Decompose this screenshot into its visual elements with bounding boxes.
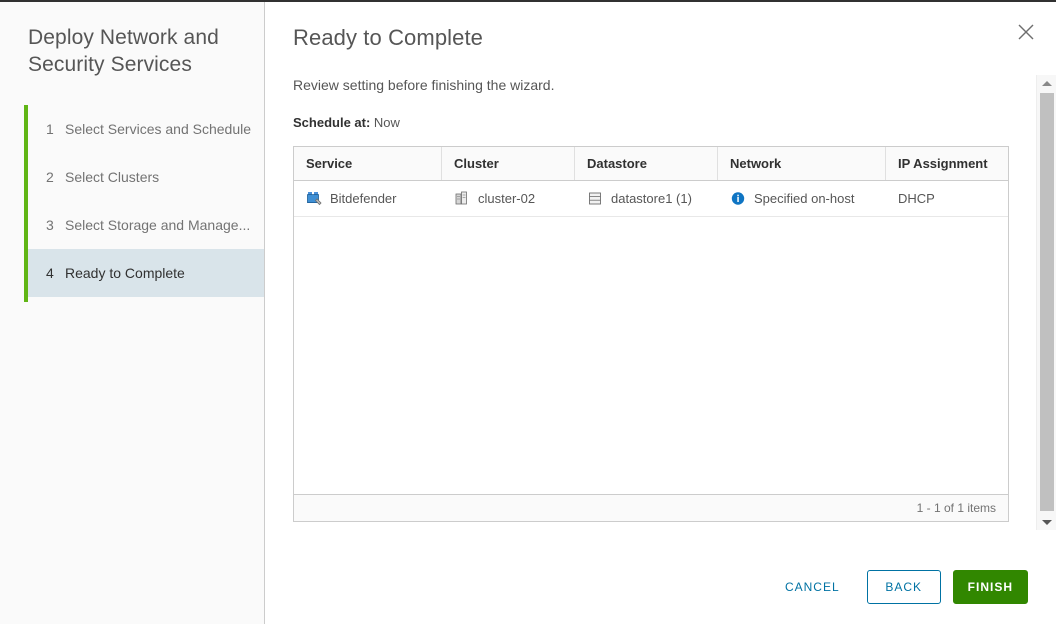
column-header-ip-assignment[interactable]: IP Assignment xyxy=(886,147,1008,180)
step-label: Select Storage and Manage... xyxy=(65,217,250,233)
step-number: 1 xyxy=(46,121,65,137)
wizard-footer: CANCEL BACK FINISH xyxy=(265,550,1056,624)
cell-service-text: Bitdefender xyxy=(330,191,397,206)
wizard-title: Deploy Network and Security Services xyxy=(0,2,264,78)
cell-network-text: Specified on-host xyxy=(754,191,854,206)
column-header-datastore[interactable]: Datastore xyxy=(575,147,718,180)
schedule-summary: Schedule at: Now xyxy=(293,115,1036,130)
chevron-up-icon[interactable] xyxy=(1037,75,1056,91)
step-number: 4 xyxy=(46,265,65,281)
schedule-value: Now xyxy=(374,115,400,130)
item-count-label: 1 - 1 of 1 items xyxy=(917,501,996,515)
column-header-network[interactable]: Network xyxy=(718,147,886,180)
service-plugin-icon xyxy=(306,190,323,207)
finish-button[interactable]: FINISH xyxy=(953,570,1028,604)
sidebar-step-4[interactable]: 4 Ready to Complete xyxy=(24,249,264,297)
sidebar-step-1[interactable]: 1 Select Services and Schedule xyxy=(24,105,264,153)
page-title: Ready to Complete xyxy=(293,24,1036,52)
cluster-icon xyxy=(454,190,471,207)
column-header-service[interactable]: Service xyxy=(294,147,442,180)
chevron-down-icon[interactable] xyxy=(1037,514,1056,530)
step-label: Select Services and Schedule xyxy=(65,121,251,137)
summary-table: Service Cluster Datastore Network IP Ass… xyxy=(293,146,1009,522)
cell-cluster: cluster-02 xyxy=(442,181,575,216)
cell-ip-assignment: DHCP xyxy=(886,181,1008,216)
page-subtitle: Review setting before finishing the wiza… xyxy=(293,77,1036,93)
step-label: Ready to Complete xyxy=(65,265,185,281)
deploy-services-wizard: Deploy Network and Security Services 1 S… xyxy=(0,0,1056,624)
wizard-step-list: 1 Select Services and Schedule 2 Select … xyxy=(0,105,264,297)
step-number: 2 xyxy=(46,169,65,185)
datastore-icon xyxy=(587,190,604,207)
close-icon[interactable] xyxy=(1015,21,1037,43)
wizard-content: Ready to Complete Review setting before … xyxy=(265,2,1036,550)
step-label: Select Clusters xyxy=(65,169,159,185)
scrollbar-thumb[interactable] xyxy=(1040,93,1054,511)
sidebar-step-3[interactable]: 3 Select Storage and Manage... xyxy=(24,201,264,249)
cell-datastore: datastore1 (1) xyxy=(575,181,718,216)
column-header-cluster[interactable]: Cluster xyxy=(442,147,575,180)
cell-service: Bitdefender xyxy=(294,181,442,216)
step-progress-rail xyxy=(24,105,28,302)
table-row[interactable]: Bitdefender xyxy=(294,181,1008,217)
sidebar-step-2[interactable]: 2 Select Clusters xyxy=(24,153,264,201)
wizard-main-panel: Ready to Complete Review setting before … xyxy=(265,2,1056,624)
cell-network: Specified on-host xyxy=(718,181,886,216)
info-circle-icon xyxy=(730,190,747,207)
schedule-label: Schedule at: xyxy=(293,115,370,130)
back-button[interactable]: BACK xyxy=(867,570,941,604)
wizard-sidebar: Deploy Network and Security Services 1 S… xyxy=(0,2,265,624)
cell-cluster-text: cluster-02 xyxy=(478,191,535,206)
table-footer: 1 - 1 of 1 items xyxy=(294,494,1008,521)
table-header-row: Service Cluster Datastore Network IP Ass… xyxy=(294,147,1008,181)
cell-datastore-text: datastore1 (1) xyxy=(611,191,692,206)
vertical-scrollbar[interactable] xyxy=(1036,75,1056,530)
step-number: 3 xyxy=(46,217,65,233)
cell-ip-assignment-text: DHCP xyxy=(898,191,935,206)
table-body: Bitdefender xyxy=(294,181,1008,494)
cancel-button[interactable]: CANCEL xyxy=(770,570,855,604)
